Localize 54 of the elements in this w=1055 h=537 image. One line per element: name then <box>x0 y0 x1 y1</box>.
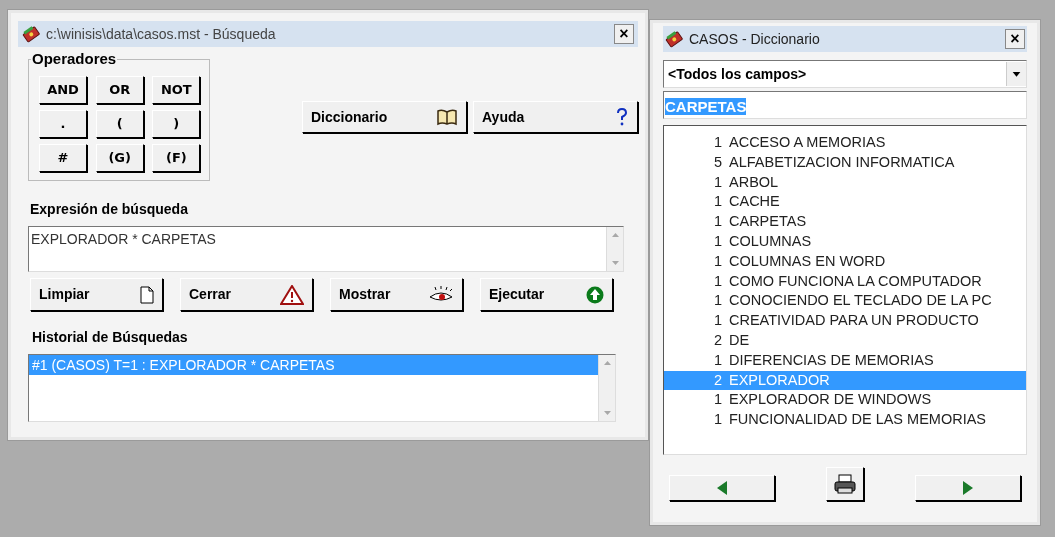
operator-button[interactable]: AND <box>39 76 87 104</box>
app-icon <box>22 25 40 43</box>
term-item[interactable]: 1 COLUMNAS <box>664 232 1026 252</box>
term-text: CARPETAS <box>665 98 747 115</box>
term-item[interactable]: 1 COMO FUNCIONA LA COMPUTADOR <box>664 271 1026 292</box>
page-icon <box>140 285 154 304</box>
term-item[interactable]: 1 FUNCIONALIDAD DE LAS MEMORIAS <box>664 410 1026 430</box>
action-button[interactable]: Cerrar <box>180 278 313 311</box>
operator-button[interactable]: (F) <box>152 144 201 172</box>
next-button[interactable] <box>915 475 1021 501</box>
term-item[interactable]: 5 ALFABETIZACION INFORMATICA <box>664 152 1026 173</box>
term-item[interactable]: 1 DIFERENCIAS DE MEMORIAS <box>664 350 1026 371</box>
action-button[interactable]: Ejecutar <box>480 278 613 311</box>
printer-icon <box>834 474 856 494</box>
term-item[interactable]: 1 CONOCIENDO EL TECLADO DE LA PC <box>664 291 1026 312</box>
window-title: c:\winisis\data\casos.mst - Búsqueda <box>46 24 277 44</box>
scrollbar[interactable] <box>598 355 615 421</box>
term-item[interactable]: 2 DE <box>664 330 1026 351</box>
operator-button[interactable]: OR <box>95 76 144 104</box>
operator-button[interactable]: ( <box>95 110 144 138</box>
term-item[interactable]: 1 CACHE <box>664 192 1026 213</box>
eye-icon <box>428 285 454 304</box>
close-button[interactable]: × <box>614 24 634 44</box>
operator-button[interactable]: (G) <box>95 144 144 172</box>
print-button[interactable] <box>826 467 864 501</box>
operator-button[interactable]: . <box>39 110 87 138</box>
operator-button[interactable]: ) <box>152 110 201 138</box>
action-button[interactable]: Mostrar <box>330 278 463 311</box>
field-dropdown[interactable]: <Todos los campos> <box>663 60 1027 88</box>
warning-icon <box>280 284 304 305</box>
expression-field[interactable]: EXPLORADOR * CARPETAS <box>28 226 624 272</box>
window-title: CASOS - Diccionario <box>689 29 821 49</box>
operator-button[interactable]: # <box>39 144 87 172</box>
question-icon <box>615 107 629 127</box>
book-icon <box>436 108 458 126</box>
term-item[interactable]: 1 EXPLORADOR DE WINDOWS <box>664 390 1026 411</box>
term-item[interactable]: 1 ACCESO A MEMORIAS <box>664 133 1026 153</box>
operator-button[interactable]: NOT <box>152 76 201 104</box>
close-button[interactable]: × <box>1005 29 1025 49</box>
history-label: Historial de Búsquedas <box>32 328 189 347</box>
expression-label: Expresión de búsqueda <box>30 200 189 219</box>
scrollbar[interactable] <box>606 227 623 271</box>
left-triangle-icon <box>717 481 727 495</box>
toolbar-button[interactable]: Diccionario <box>302 101 467 133</box>
term-item[interactable]: 1 ARBOL <box>664 172 1026 193</box>
term-item[interactable]: 1 COLUMNAS EN WORD <box>664 251 1026 272</box>
term-item[interactable]: 1 CREATIVIDAD PARA UN PRODUCTO <box>664 311 1026 331</box>
toolbar-button[interactable]: Ayuda <box>473 101 638 133</box>
action-button[interactable]: Limpiar <box>30 278 163 311</box>
previous-button[interactable] <box>669 475 775 501</box>
right-triangle-icon <box>963 481 973 495</box>
term-item[interactable]: 1 CARPETAS <box>664 212 1026 232</box>
expression-text: EXPLORADOR * CARPETAS <box>30 230 217 249</box>
app-icon <box>665 30 683 48</box>
